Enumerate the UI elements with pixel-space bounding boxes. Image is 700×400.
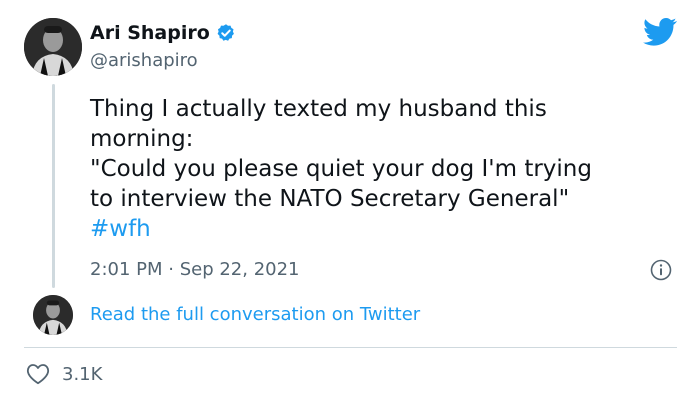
author-name-row[interactable]: Ari Shapiro <box>90 22 236 44</box>
thread-line <box>52 84 55 288</box>
like-button[interactable]: 3.1K <box>26 363 102 385</box>
tweet-line: morning: <box>90 126 194 152</box>
heart-icon[interactable] <box>26 363 50 385</box>
user-handle[interactable]: @arishapiro <box>90 50 198 71</box>
divider <box>24 347 677 348</box>
like-count: 3.1K <box>62 363 103 385</box>
avatar-photo <box>33 295 73 335</box>
info-icon[interactable] <box>650 259 672 281</box>
tweet-line: to interview the NATO Secretary General" <box>90 186 570 212</box>
verified-badge-icon <box>217 24 234 41</box>
tweet-text: Thing I actually texted my husband this … <box>90 94 665 244</box>
tweet-line: Thing I actually texted my husband this <box>90 96 547 122</box>
hashtag-link[interactable]: #wfh <box>90 214 665 244</box>
avatar-photo <box>24 18 82 76</box>
read-conversation-link[interactable]: Read the full conversation on Twitter <box>90 304 420 325</box>
tweet-timestamp[interactable]: 2:01 PM · Sep 22, 2021 <box>90 259 300 280</box>
display-name[interactable]: Ari Shapiro <box>90 22 210 44</box>
avatar[interactable] <box>24 18 82 76</box>
twitter-bird-icon[interactable] <box>643 17 677 47</box>
tweet-line: "Could you please quiet your dog I'm try… <box>90 156 592 182</box>
avatar-small[interactable] <box>33 295 73 335</box>
